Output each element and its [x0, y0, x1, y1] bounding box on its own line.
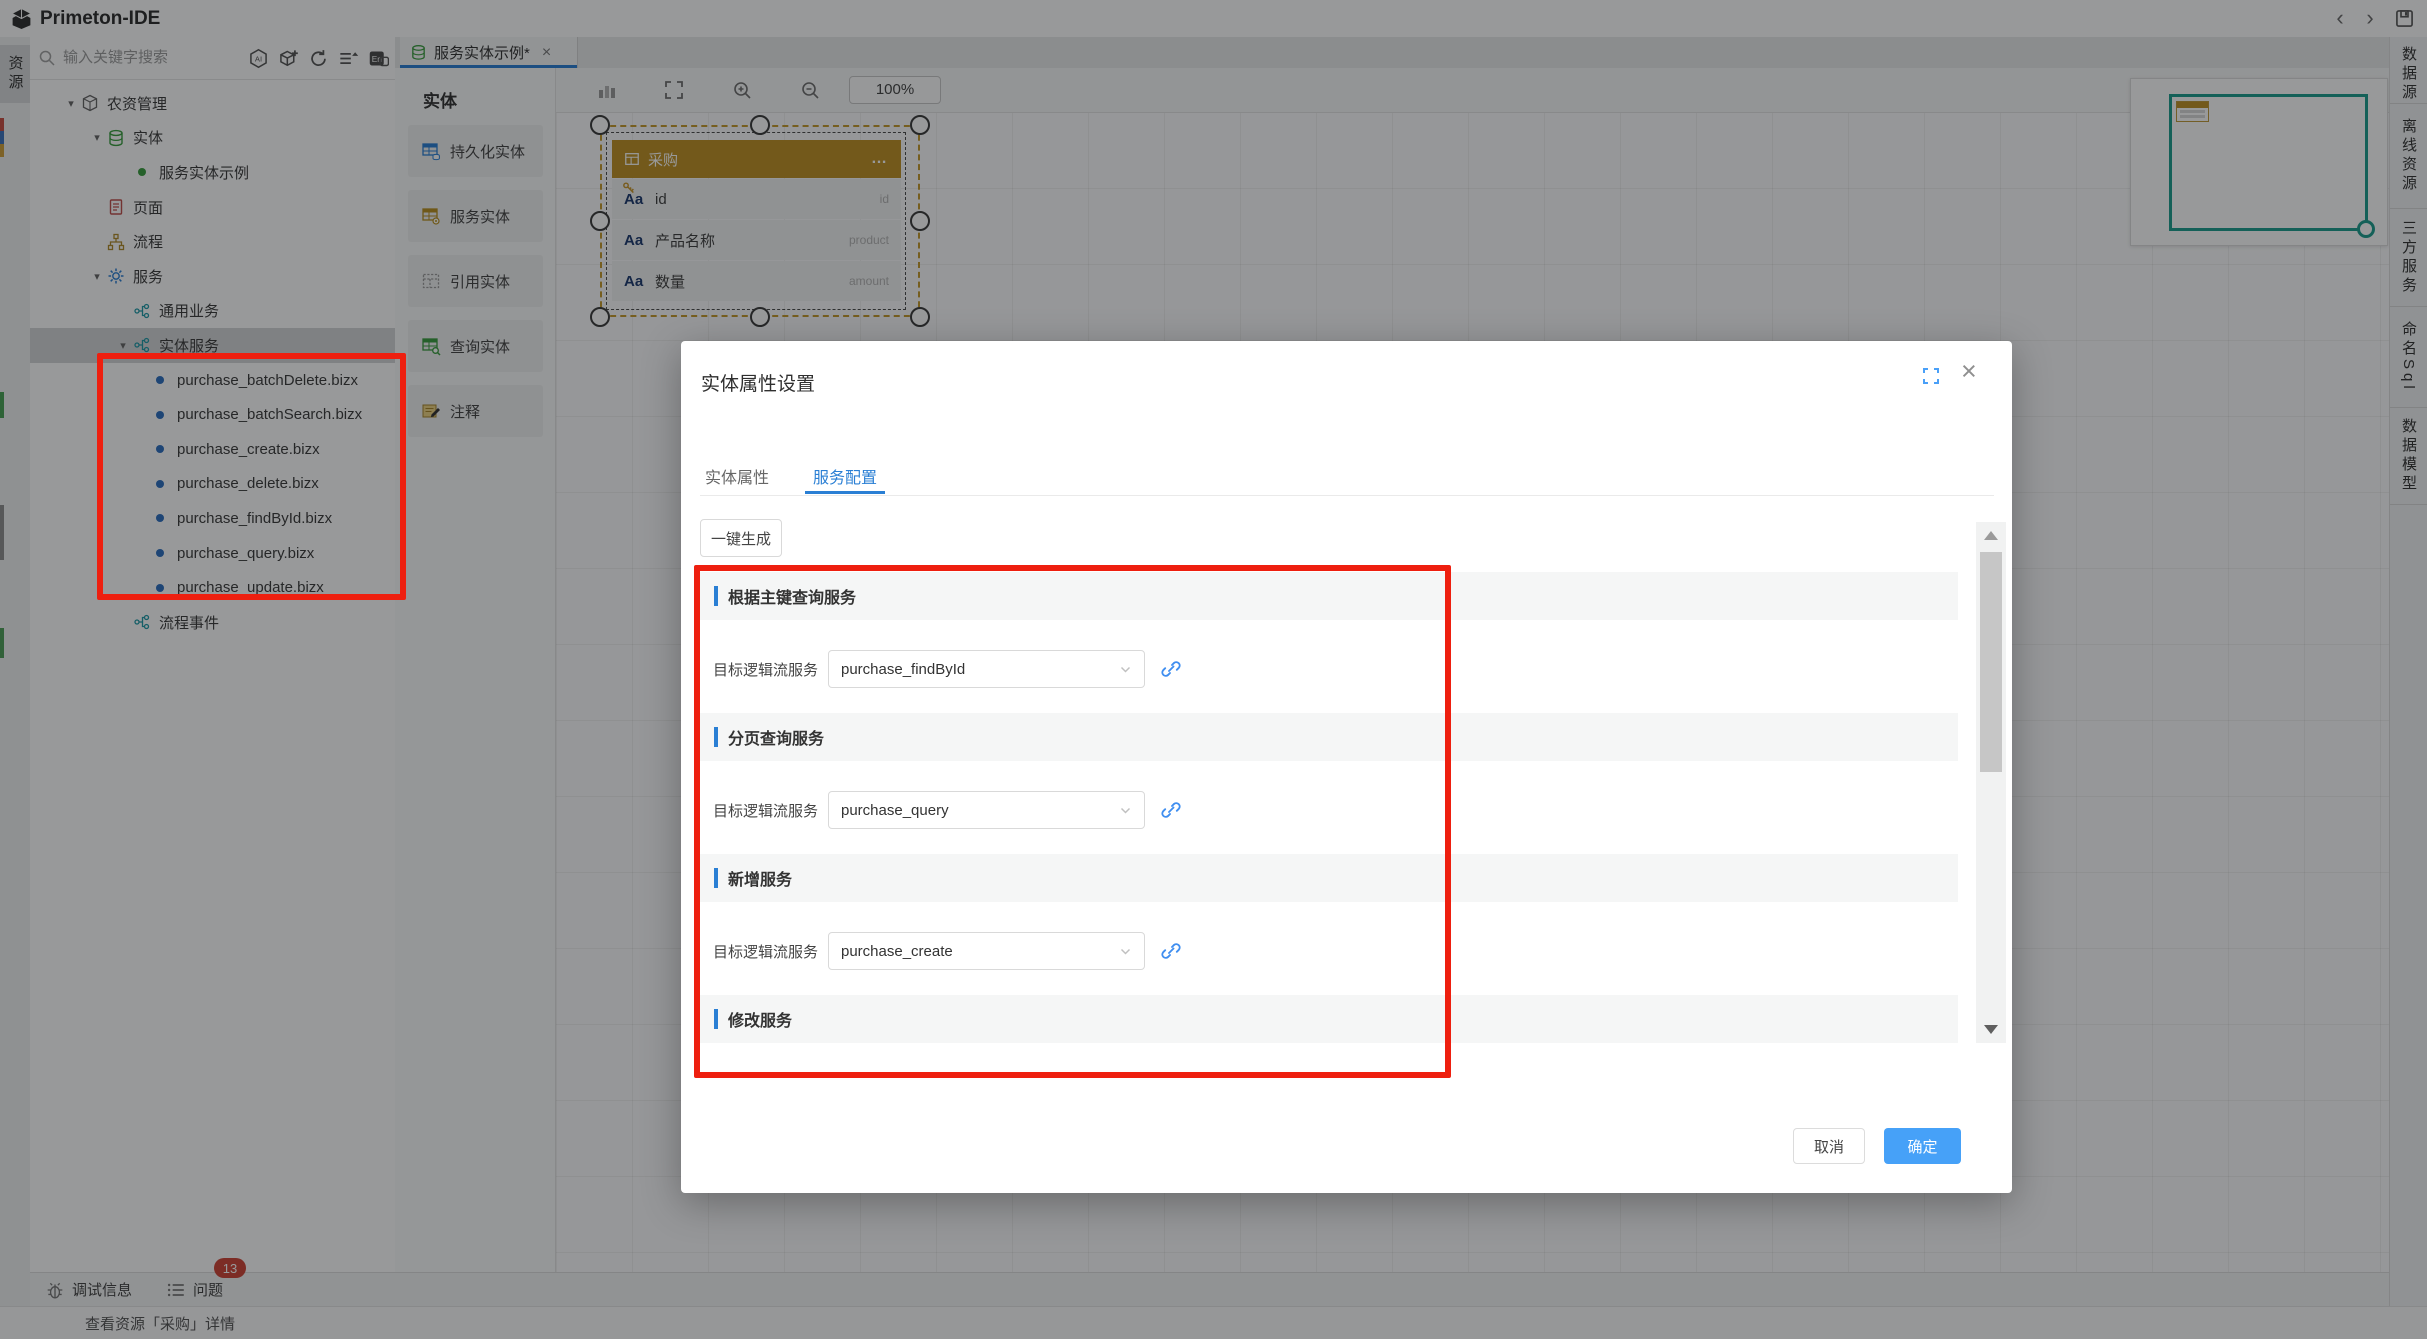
ok-button[interactable]: 确定 — [1884, 1128, 1961, 1164]
dialog-scrollbar[interactable] — [1976, 522, 2006, 1043]
annotation-box-service-config — [694, 565, 1451, 1078]
tabs-divider — [700, 495, 1994, 496]
cancel-button[interactable]: 取消 — [1793, 1128, 1865, 1164]
tab-service-config[interactable]: 服务配置 — [813, 464, 877, 488]
scroll-down-icon[interactable] — [1984, 1025, 1998, 1034]
scrollbar-thumb[interactable] — [1980, 552, 2002, 772]
one-click-generate-button[interactable]: 一键生成 — [700, 519, 782, 557]
dialog-title: 实体属性设置 — [701, 369, 815, 396]
tab-entity-properties[interactable]: 实体属性 — [705, 464, 769, 488]
active-tab-underline — [805, 491, 885, 494]
scroll-up-icon[interactable] — [1984, 531, 1998, 540]
dialog-maximize-icon[interactable] — [1921, 366, 1941, 386]
annotation-box-service-files — [97, 353, 406, 600]
dialog-close-icon[interactable]: × — [1961, 358, 1977, 385]
